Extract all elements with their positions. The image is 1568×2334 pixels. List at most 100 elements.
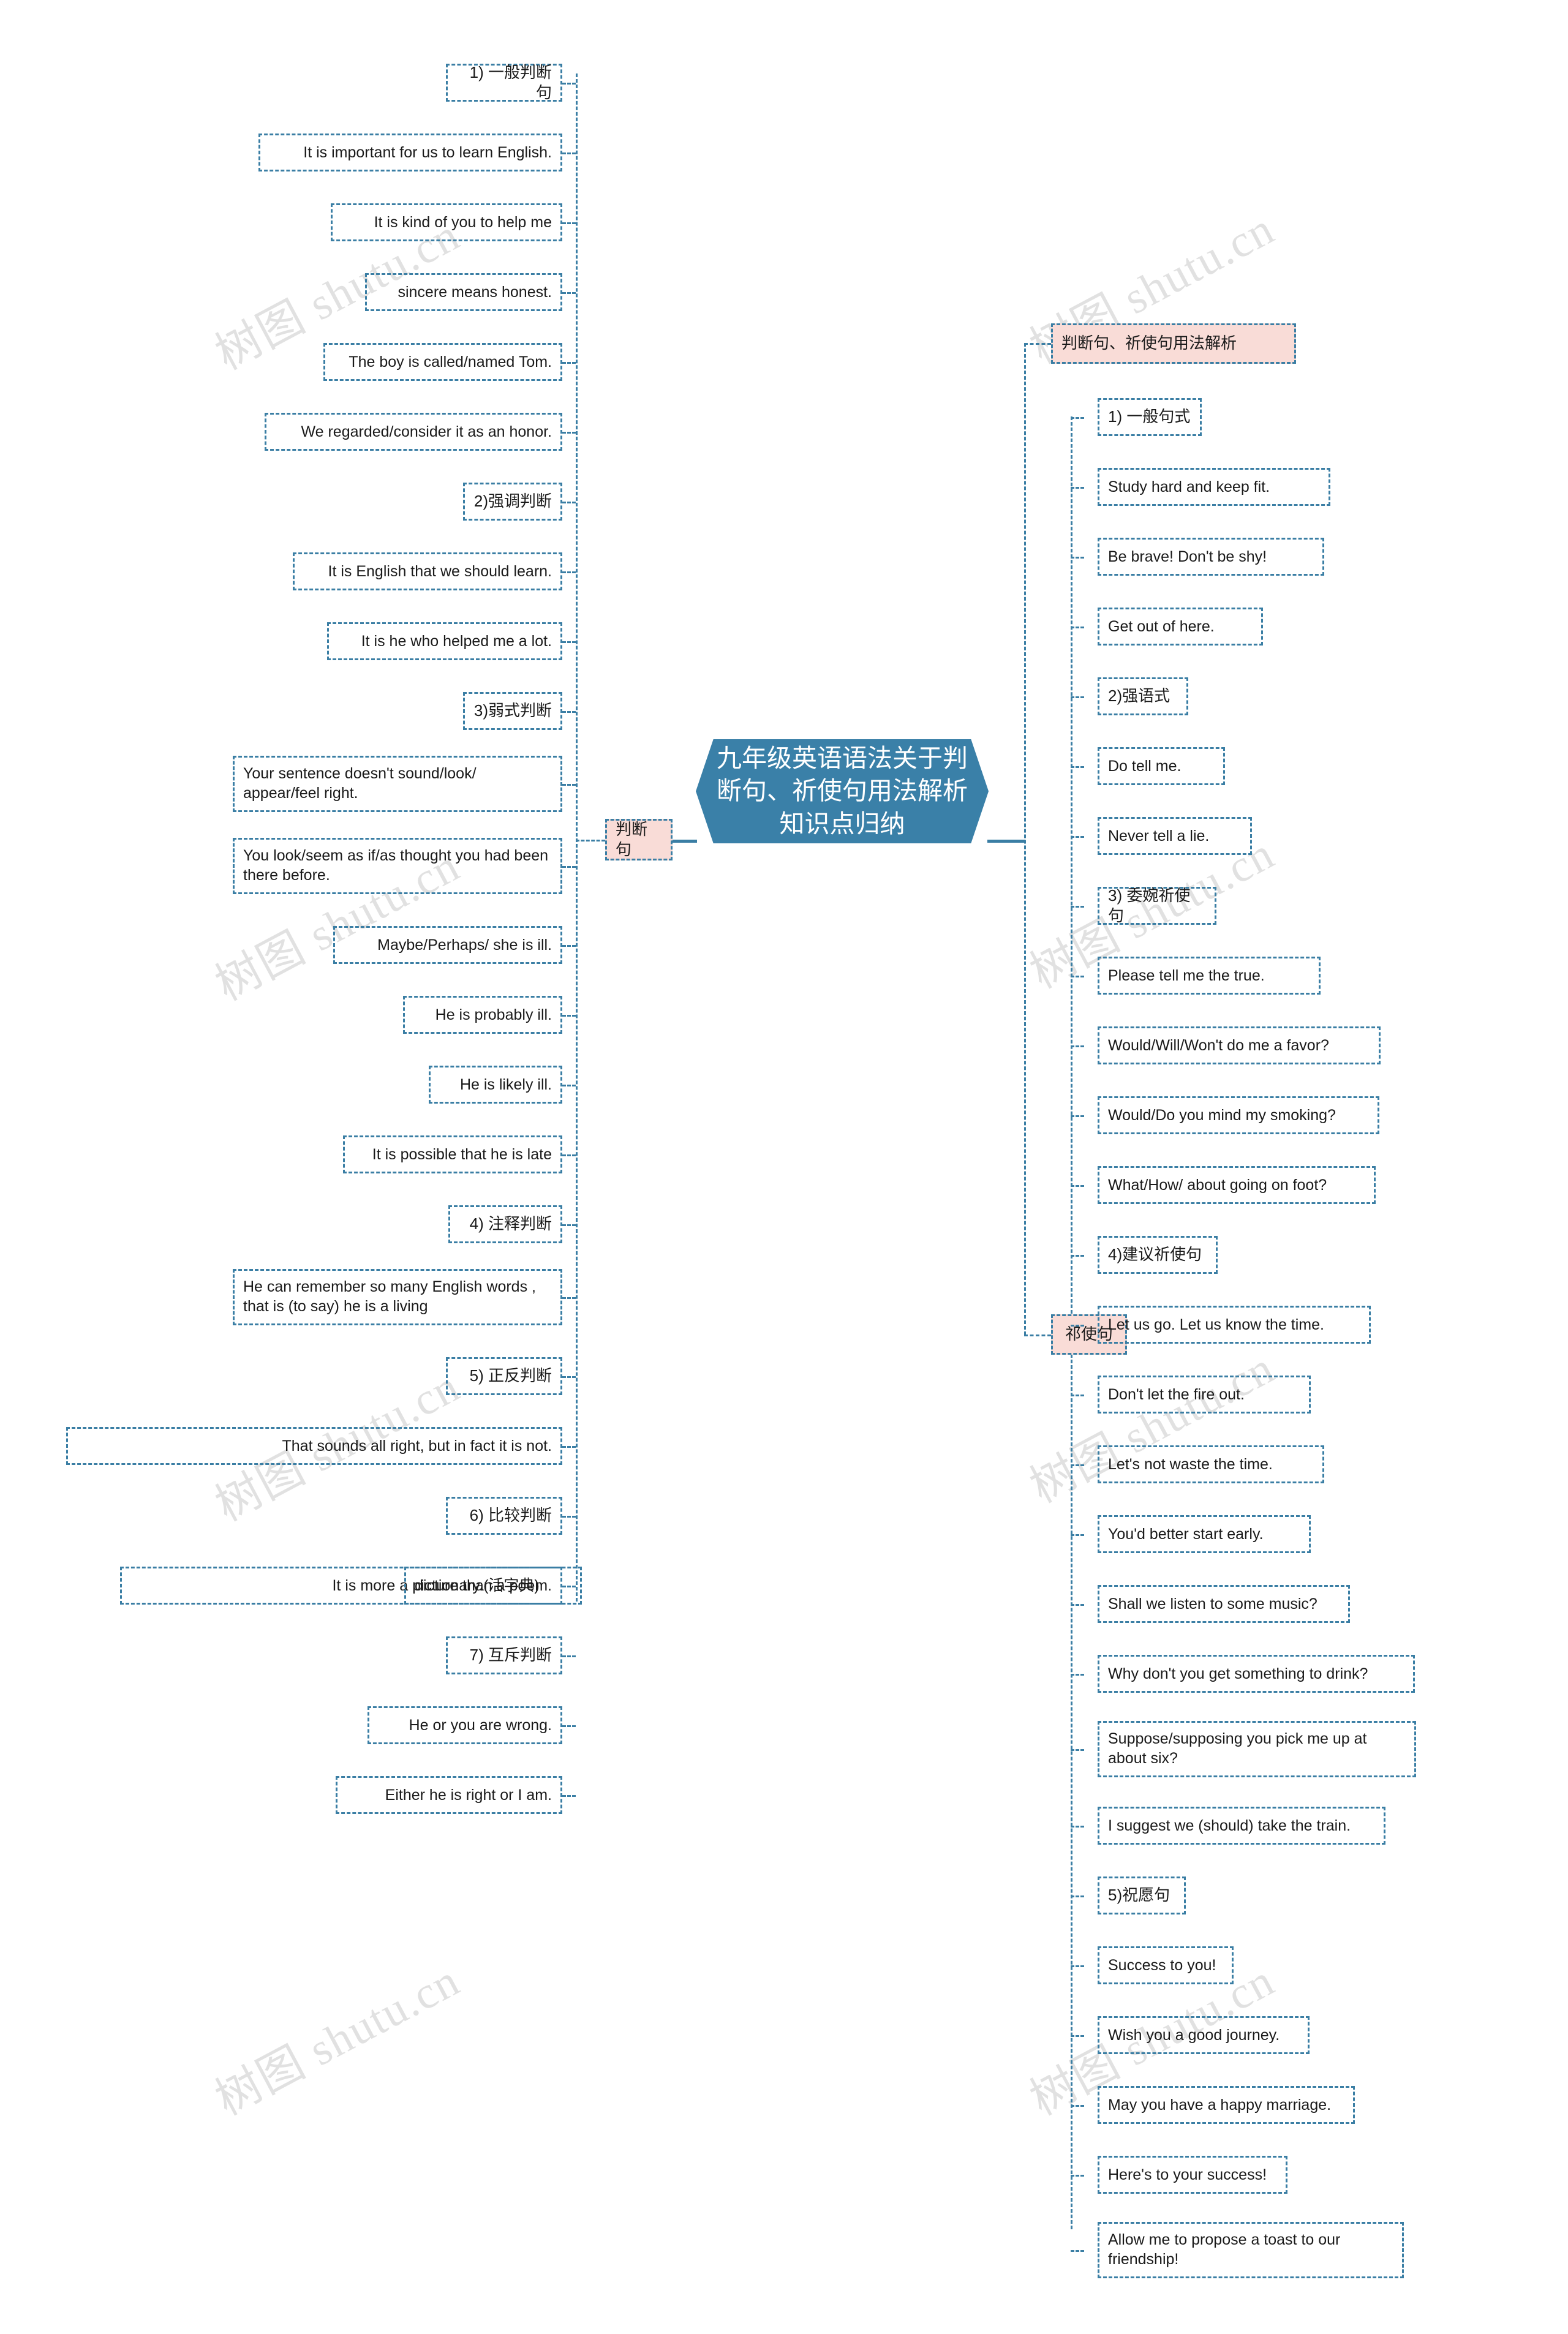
node-label: You look/seem as if/as thought you had b… bbox=[243, 847, 549, 884]
connector-stub bbox=[1071, 1115, 1084, 1117]
connector-stub bbox=[1071, 766, 1084, 768]
list-item[interactable]: It is he who helped me a lot. bbox=[327, 622, 562, 660]
list-item[interactable]: It is kind of you to help me bbox=[331, 203, 562, 241]
central-topic-label: 九年级英语语法关于判断句、祈使句用法解析知识点归纳 bbox=[717, 744, 968, 838]
list-item[interactable]: Would/Do you mind my smoking? bbox=[1098, 1096, 1379, 1134]
list-item[interactable]: Allow me to propose a toast to our frien… bbox=[1098, 2222, 1404, 2278]
list-item[interactable]: Suppose/supposing you pick me up at abou… bbox=[1098, 1721, 1416, 1777]
list-item[interactable]: Why don't you get something to drink? bbox=[1098, 1655, 1415, 1693]
list-item[interactable]: Do tell me. bbox=[1098, 747, 1225, 785]
list-item[interactable]: You look/seem as if/as thought you had b… bbox=[233, 838, 562, 894]
list-item[interactable]: 1) 一般句式 bbox=[1098, 398, 1202, 436]
node-label: Wish you a good journey. bbox=[1108, 2027, 1280, 2044]
list-item[interactable]: The boy is called/named Tom. bbox=[323, 343, 562, 381]
list-item[interactable]: Be brave! Don't be shy! bbox=[1098, 538, 1324, 576]
connector-stub bbox=[562, 866, 576, 868]
connector-stub bbox=[1071, 1395, 1084, 1396]
node-label: What/How/ about going on foot? bbox=[1108, 1176, 1327, 1194]
list-item[interactable]: Please tell me the true. bbox=[1098, 957, 1321, 995]
node-label: Study hard and keep fit. bbox=[1108, 478, 1270, 495]
connector-stub bbox=[562, 1655, 576, 1657]
connector-stub bbox=[1071, 2035, 1084, 2037]
list-item[interactable]: You'd better start early. bbox=[1098, 1515, 1311, 1553]
connector-stub bbox=[562, 1446, 576, 1448]
node-label: 5) 正反判断 bbox=[469, 1366, 552, 1385]
node-label: Suppose/supposing you pick me up at abou… bbox=[1108, 1730, 1367, 1767]
list-item[interactable]: It is English that we should learn. bbox=[293, 552, 562, 590]
list-item[interactable]: I suggest we (should) take the train. bbox=[1098, 1807, 1385, 1845]
connector-stub bbox=[1071, 1464, 1084, 1466]
list-item[interactable]: Success to you! bbox=[1098, 1946, 1234, 1984]
right-label-stub bbox=[1024, 1335, 1051, 1336]
list-item[interactable]: 5)祝愿句 bbox=[1098, 1877, 1186, 1914]
node-label: 4)建议祈使句 bbox=[1108, 1245, 1202, 1264]
node-label: Please tell me the true. bbox=[1108, 967, 1265, 984]
list-item[interactable]: Shall we listen to some music? bbox=[1098, 1585, 1350, 1623]
list-item[interactable]: Let us go. Let us know the time. bbox=[1098, 1306, 1371, 1344]
connector-stub bbox=[1071, 417, 1084, 419]
node-label: 4) 注释判断 bbox=[469, 1214, 552, 1233]
list-item[interactable]: Study hard and keep fit. bbox=[1098, 468, 1330, 506]
list-item[interactable]: Wish you a good journey. bbox=[1098, 2016, 1310, 2054]
node-label: Maybe/Perhaps/ she is ill. bbox=[377, 936, 552, 954]
connector-stub bbox=[562, 1085, 576, 1086]
right-header-stub bbox=[1024, 343, 1051, 345]
node-label: It is possible that he is late bbox=[372, 1146, 552, 1163]
node-label: 1) 一般句式 bbox=[1108, 407, 1191, 426]
list-item[interactable]: Never tell a lie. bbox=[1098, 817, 1252, 855]
list-item[interactable]: 6) 比较判断 bbox=[446, 1497, 562, 1535]
connector-stub bbox=[562, 1795, 576, 1797]
node-label: He is likely ill. bbox=[459, 1076, 552, 1093]
list-item[interactable]: That sounds all right, but in fact it is… bbox=[66, 1427, 562, 1465]
list-item[interactable]: 4)建议祈使句 bbox=[1098, 1236, 1218, 1274]
list-item[interactable]: He is probably ill. bbox=[403, 996, 562, 1034]
list-item[interactable]: It is important for us to learn English. bbox=[258, 134, 562, 171]
list-item[interactable]: Maybe/Perhaps/ she is ill. bbox=[333, 926, 562, 964]
right-outer-spine bbox=[1024, 343, 1026, 1335]
left-branch-spine bbox=[576, 73, 578, 1602]
list-item[interactable]: He is likely ill. bbox=[429, 1066, 562, 1104]
connector-stub bbox=[1071, 836, 1084, 838]
left-label-to-spine bbox=[576, 840, 605, 841]
watermark: 树图 shutu.cn bbox=[208, 1955, 468, 2126]
list-item[interactable]: It is possible that he is late bbox=[343, 1135, 562, 1173]
connector-stub bbox=[562, 571, 576, 573]
left-branch-label[interactable]: 判断句 bbox=[605, 819, 673, 860]
connector-stub bbox=[562, 502, 576, 503]
list-item[interactable]: He or you are wrong. bbox=[368, 1706, 562, 1744]
list-item[interactable]: Either he is right or I am. bbox=[336, 1776, 562, 1814]
list-item-dictionary[interactable]: dictionary.(活字典) bbox=[404, 1567, 582, 1605]
list-item[interactable]: Let's not waste the time. bbox=[1098, 1445, 1324, 1483]
list-item[interactable]: Here's to your success! bbox=[1098, 2156, 1287, 2194]
central-topic-node[interactable]: 九年级英语语法关于判断句、祈使句用法解析知识点归纳 bbox=[696, 739, 989, 843]
list-item[interactable]: Your sentence doesn't sound/look/ appear… bbox=[233, 756, 562, 812]
connector-stub bbox=[1071, 1045, 1084, 1047]
list-item[interactable]: Don't let the fire out. bbox=[1098, 1376, 1311, 1414]
list-item[interactable]: We regarded/consider it as an honor. bbox=[265, 413, 562, 451]
list-item[interactable]: 5) 正反判断 bbox=[446, 1357, 562, 1395]
right-branch-header[interactable]: 判断句、祈使句用法解析 bbox=[1051, 323, 1296, 364]
node-label: 2)强语式 bbox=[1108, 687, 1170, 706]
node-label: May you have a happy marriage. bbox=[1108, 2096, 1332, 2114]
list-item[interactable]: What/How/ about going on foot? bbox=[1098, 1166, 1376, 1204]
list-item[interactable]: 3) 委婉祈使句 bbox=[1098, 886, 1216, 925]
list-item[interactable]: 7) 互斥判断 bbox=[446, 1636, 562, 1674]
node-label: Be brave! Don't be shy! bbox=[1108, 548, 1267, 565]
list-item[interactable]: He can remember so many English words , … bbox=[233, 1269, 562, 1325]
list-item[interactable]: sincere means honest. bbox=[365, 273, 562, 311]
node-label: 2)强调判断 bbox=[473, 492, 552, 511]
node-label: He or you are wrong. bbox=[409, 1717, 552, 1734]
list-item[interactable]: May you have a happy marriage. bbox=[1098, 2086, 1355, 2124]
node-label: I suggest we (should) take the train. bbox=[1108, 1817, 1351, 1834]
connector-stub bbox=[562, 1154, 576, 1156]
connector-stub bbox=[562, 1516, 576, 1518]
list-item[interactable]: 4) 注释判断 bbox=[448, 1205, 562, 1243]
list-item[interactable]: Would/Will/Won't do me a favor? bbox=[1098, 1026, 1381, 1064]
list-item[interactable]: 2)强调判断 bbox=[463, 483, 562, 521]
list-item[interactable]: 2)强语式 bbox=[1098, 677, 1188, 715]
right-branch-header-text: 判断句、祈使句用法解析 bbox=[1061, 334, 1237, 353]
list-item[interactable]: Get out of here. bbox=[1098, 608, 1263, 646]
connector-stub bbox=[562, 711, 576, 713]
list-item[interactable]: 3)弱式判断 bbox=[463, 692, 562, 730]
list-item[interactable]: 1) 一般判断句 bbox=[446, 63, 562, 102]
